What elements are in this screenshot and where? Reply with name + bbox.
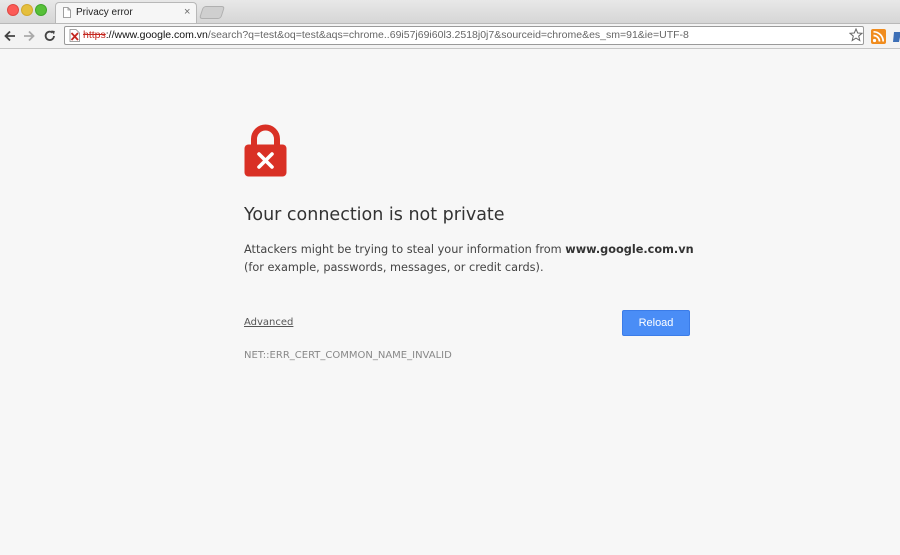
extension-icon[interactable] <box>892 30 900 44</box>
explanation-host: www.google.com.vn <box>565 243 694 256</box>
url-path: /search?q=test&oq=test&aqs=chrome..69i57… <box>207 29 689 41</box>
url-text: https://www.google.com.vn/search?q=test&… <box>83 29 689 41</box>
title-bar: Privacy error × <box>0 0 900 24</box>
close-window-button[interactable] <box>7 4 19 16</box>
rss-feed-icon[interactable] <box>871 29 886 44</box>
back-arrow-icon[interactable] <box>3 29 17 43</box>
error-code: NET::ERR_CERT_COMMON_NAME_INVALID <box>244 350 452 361</box>
new-tab-button[interactable] <box>198 6 226 19</box>
reload-button[interactable]: Reload <box>622 310 690 336</box>
explanation-text-end: (for example, passwords, messages, or cr… <box>244 261 544 274</box>
url-host: ://www.google.com.vn <box>105 29 208 41</box>
advanced-link[interactable]: Advanced <box>244 317 293 328</box>
maximize-window-button[interactable] <box>35 4 47 16</box>
tab-privacy-error[interactable]: Privacy error × <box>55 2 197 24</box>
page-title: Your connection is not private <box>244 205 505 225</box>
page-icon <box>63 7 71 18</box>
warning-explanation: Attackers might be trying to steal your … <box>244 241 714 277</box>
url-scheme: https <box>83 29 106 41</box>
insecure-page-icon <box>69 29 80 42</box>
address-bar[interactable]: https://www.google.com.vn/search?q=test&… <box>64 26 864 45</box>
tab-close-icon[interactable]: × <box>184 6 190 18</box>
toolbar: https://www.google.com.vn/search?q=test&… <box>0 23 900 49</box>
forward-arrow-icon[interactable] <box>22 29 36 43</box>
explanation-text-start: Attackers might be trying to steal your … <box>244 243 566 256</box>
bookmark-star-icon[interactable] <box>849 28 863 42</box>
reload-icon[interactable] <box>43 29 57 43</box>
tab-title: Privacy error <box>76 7 133 18</box>
lock-icon <box>244 124 287 177</box>
minimize-window-button[interactable] <box>21 4 33 16</box>
